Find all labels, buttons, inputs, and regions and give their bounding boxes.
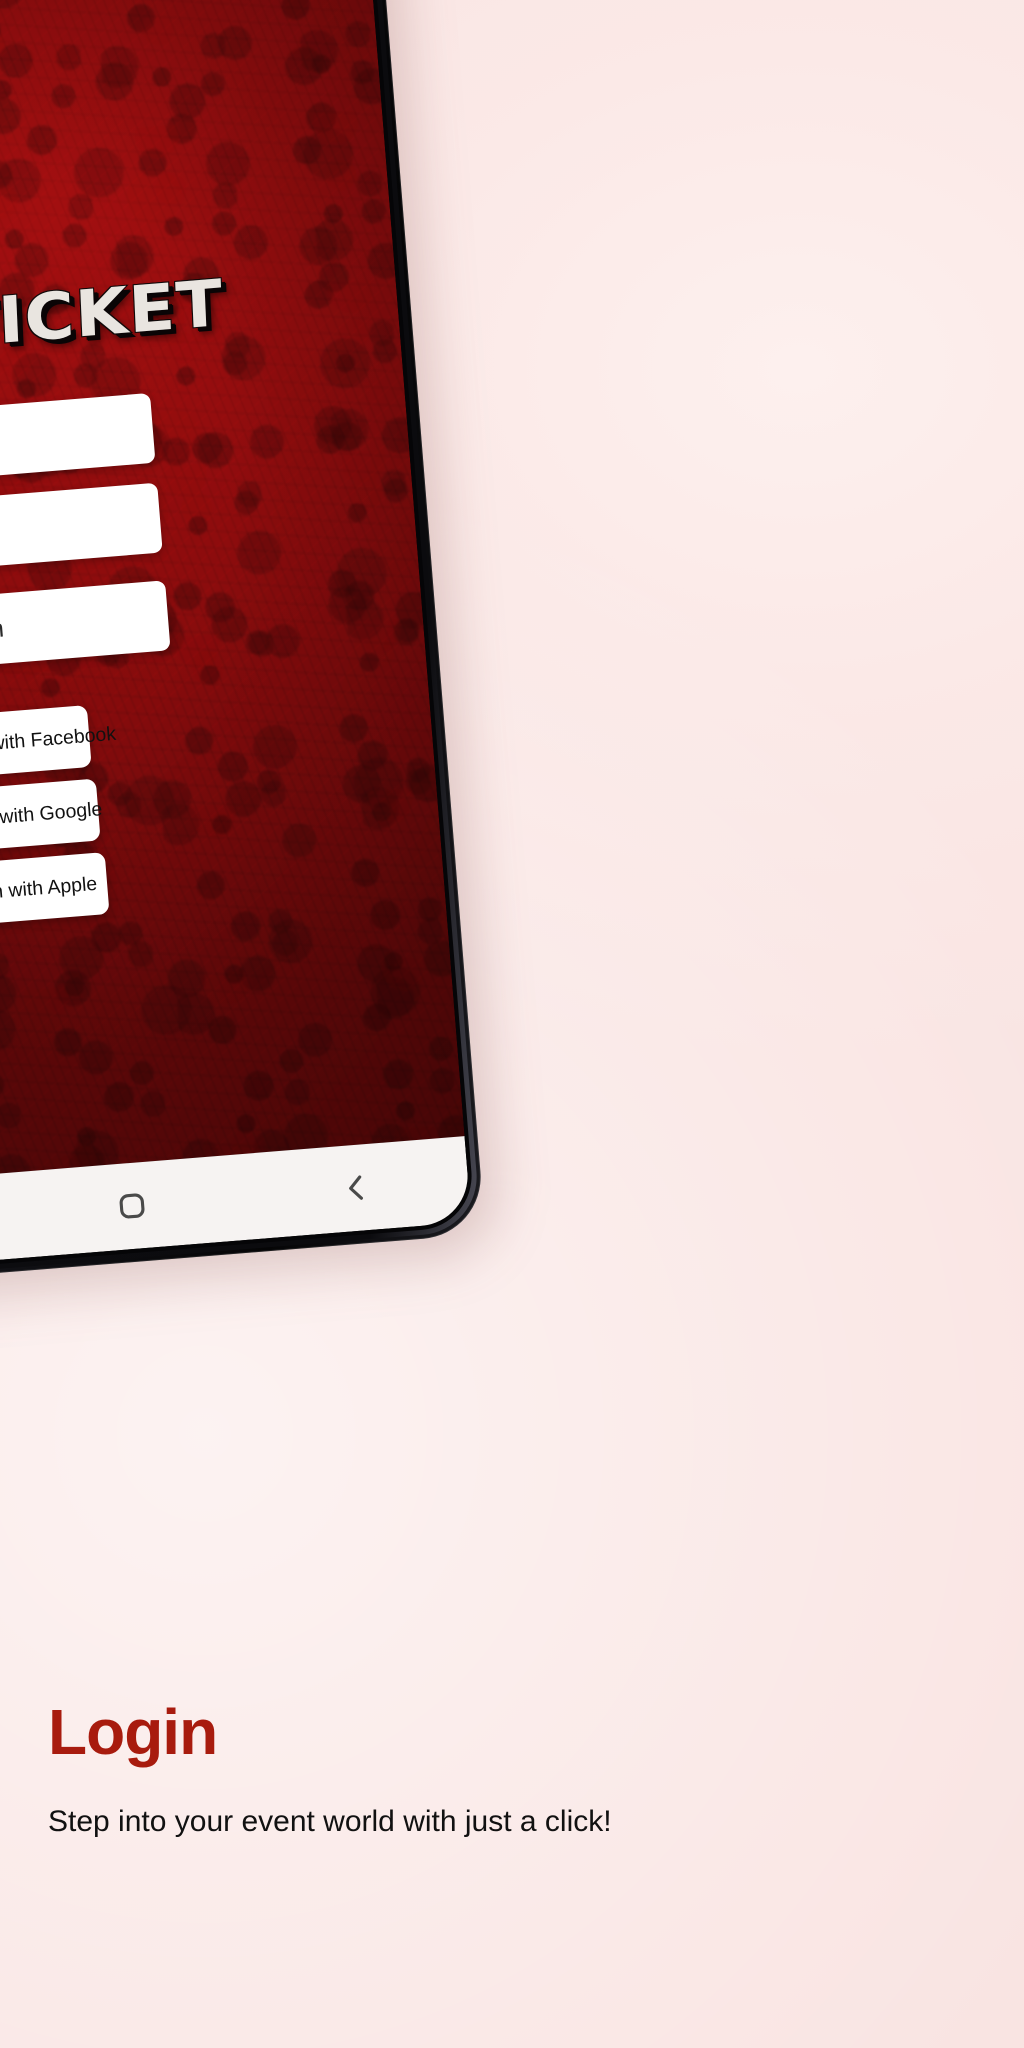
or-divider: Or [0,661,183,715]
email-field[interactable]: Email [0,392,156,494]
login-with-google-label: Login with Google [0,797,104,832]
login-with-apple-button[interactable]: Login with Apple [0,852,110,933]
login-button-label: Login [0,613,5,647]
back-icon[interactable] [309,1154,404,1221]
phone-screen: 4:56 [0,0,472,1276]
app-logo: FEARTICKET [0,266,226,380]
password-field[interactable]: Password [0,482,163,584]
phone-mockup: 4:56 [0,0,501,1309]
login-with-google-button[interactable]: Login with Google [0,778,104,859]
login-with-facebook-button[interactable]: Login with Facebook [0,705,117,786]
login-with-apple-label: Login with Apple [0,872,98,906]
home-icon[interactable] [85,1172,180,1239]
caption-title: Login [48,1696,218,1768]
caption-subtitle: Step into your event world with just a c… [48,1805,612,1838]
caption-block: Login Step into your event world with ju… [48,1700,888,1847]
app-logo-text: FEARTICKET [0,266,226,380]
login-with-facebook-label: Login with Facebook [0,722,117,758]
